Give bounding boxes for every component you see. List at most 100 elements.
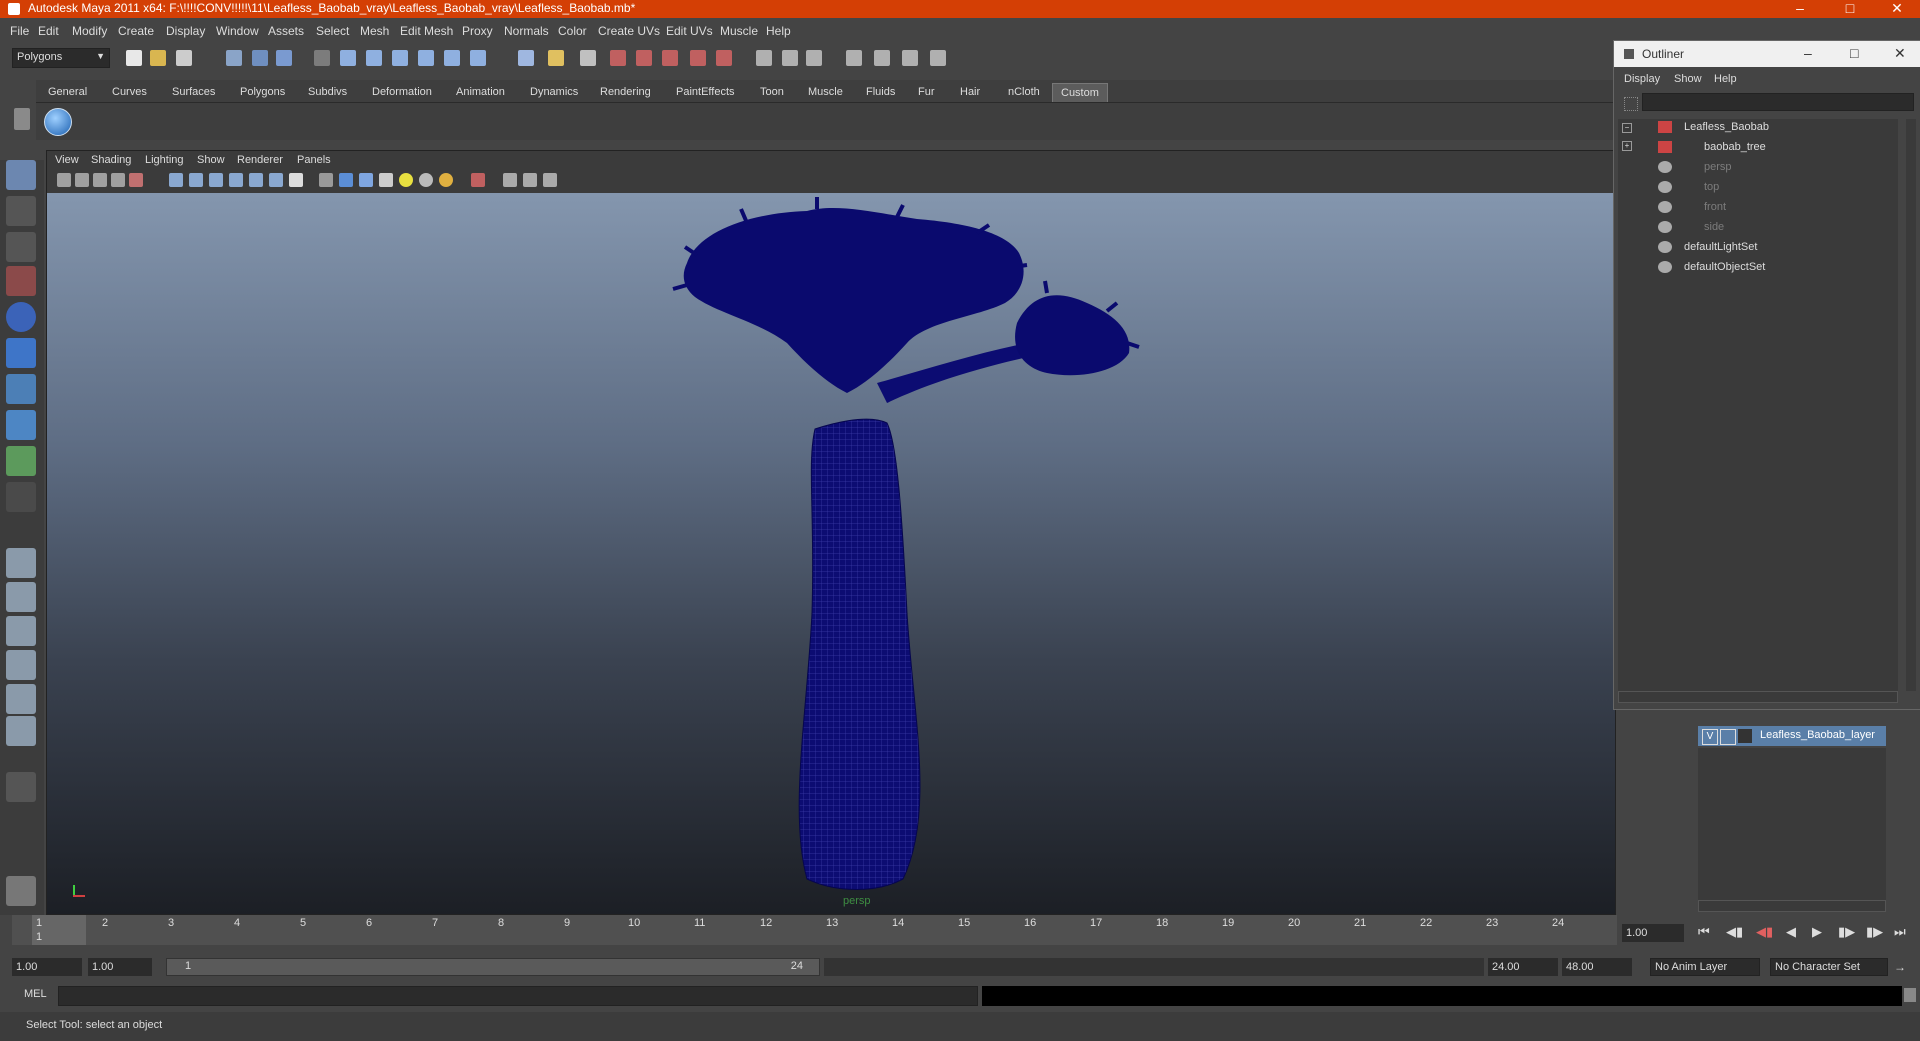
play-forwards-icon[interactable]: ▶	[1812, 924, 1822, 940]
expand-toggle-icon[interactable]: +	[1622, 141, 1632, 151]
bookmarks-icon[interactable]	[93, 173, 107, 187]
new-scene-icon[interactable]	[126, 50, 142, 66]
output-connection-icon[interactable]	[580, 50, 596, 66]
menu-muscle[interactable]: Muscle	[720, 24, 758, 38]
animation-start-field[interactable]: 1.00	[12, 958, 82, 976]
animation-end-field[interactable]: 48.00	[1562, 958, 1632, 976]
menu-edit-uvs[interactable]: Edit UVs	[666, 24, 713, 38]
resolution-gate-icon[interactable]	[209, 173, 223, 187]
shelf-tab-ncloth[interactable]: nCloth	[1008, 83, 1040, 101]
snap-plane-icon[interactable]	[418, 50, 434, 66]
menu-normals[interactable]: Normals	[504, 24, 549, 38]
step-back-frame-icon[interactable]: ◀▮	[1756, 924, 1773, 940]
shelf-tab-surfaces[interactable]: Surfaces	[172, 83, 215, 101]
command-input[interactable]	[58, 986, 978, 1006]
outliner-vertical-scrollbar[interactable]	[1906, 119, 1916, 691]
toggle-panel-icon[interactable]	[930, 50, 946, 66]
menu-mesh[interactable]: Mesh	[360, 24, 389, 38]
field-chart-icon[interactable]	[249, 173, 263, 187]
select-object-icon[interactable]	[252, 50, 268, 66]
command-language-label[interactable]: MEL	[24, 988, 47, 1000]
select-camera-icon[interactable]	[57, 173, 71, 187]
four-view-layout-icon[interactable]	[6, 582, 36, 612]
outliner-horizontal-scrollbar[interactable]	[1618, 691, 1898, 703]
shelf-tab-hair[interactable]: Hair	[960, 83, 980, 101]
outliner-item-baobab-tree[interactable]: baobab_tree	[1704, 141, 1766, 153]
film-gate-icon[interactable]	[189, 173, 203, 187]
minimize-icon[interactable]: –	[1780, 0, 1820, 18]
menu-modify[interactable]: Modify	[72, 24, 107, 38]
outliner-menu-show[interactable]: Show	[1674, 73, 1702, 85]
shelf-tab-subdivs[interactable]: Subdivs	[308, 83, 347, 101]
shelf-tab-toon[interactable]: Toon	[760, 83, 784, 101]
select-tool-icon[interactable]	[6, 160, 36, 190]
shelf-tab-painteffects[interactable]: PaintEffects	[676, 83, 735, 101]
layer-editor-icon[interactable]	[874, 50, 890, 66]
shelf-tab-animation[interactable]: Animation	[456, 83, 505, 101]
layer-visibility-toggle[interactable]: V	[1702, 729, 1718, 745]
scale-tool-icon[interactable]	[6, 338, 36, 368]
playback-end-field[interactable]: 24.00	[1488, 958, 1558, 976]
menu-proxy[interactable]: Proxy	[462, 24, 493, 38]
checkmark-tool-icon[interactable]	[44, 108, 72, 136]
use-default-lights-icon[interactable]	[399, 173, 413, 187]
layer-horizontal-scrollbar[interactable]	[1698, 900, 1886, 912]
modeling-toolkit-icon[interactable]	[902, 50, 918, 66]
outliner-maximize-icon[interactable]: □	[1850, 45, 1858, 61]
render-view-icon[interactable]	[716, 50, 732, 66]
layer-row[interactable]: V Leafless_Baobab_layer	[1698, 726, 1886, 746]
safe-title-icon[interactable]	[289, 173, 303, 187]
xray-icon[interactable]	[503, 173, 517, 187]
textured-icon[interactable]	[379, 173, 393, 187]
go-to-start-icon[interactable]: ⏮	[1698, 924, 1710, 940]
snap-grid-icon[interactable]	[340, 50, 356, 66]
menu-edit-mesh[interactable]: Edit Mesh	[400, 24, 453, 38]
menu-help[interactable]: Help	[766, 24, 791, 38]
smooth-shading-icon[interactable]	[339, 173, 353, 187]
shelf-options-icon[interactable]	[14, 108, 30, 130]
menu-assets[interactable]: Assets	[268, 24, 304, 38]
outliner-search-input[interactable]	[1642, 93, 1914, 111]
camera-attributes-icon[interactable]	[75, 173, 89, 187]
move-tool-icon[interactable]	[6, 266, 36, 296]
step-forward-key-icon[interactable]: ▮▶	[1866, 924, 1883, 940]
shelf-tab-fur[interactable]: Fur	[918, 83, 935, 101]
more-layouts-icon[interactable]	[6, 772, 36, 802]
shelf-tab-dynamics[interactable]: Dynamics	[530, 83, 578, 101]
filter-icon[interactable]	[1624, 97, 1638, 111]
play-backwards-icon[interactable]: ◀	[1786, 924, 1796, 940]
toggle-sidebar-icon[interactable]	[756, 50, 772, 66]
outliner-close-icon[interactable]: ✕	[1894, 45, 1906, 62]
collapse-toggle-icon[interactable]: −	[1622, 123, 1632, 133]
channel-box-icon[interactable]	[782, 50, 798, 66]
shelf-tab-general[interactable]: General	[48, 83, 87, 101]
make-live-icon[interactable]	[444, 50, 460, 66]
character-set-dropdown[interactable]: No Character Set	[1770, 958, 1888, 976]
lasso-tool-icon[interactable]	[6, 196, 36, 226]
script-editor-icon[interactable]	[6, 876, 36, 906]
outliner-item-default-light-set[interactable]: defaultLightSet	[1684, 241, 1757, 253]
range-slider[interactable]: 1 24	[166, 958, 820, 976]
menu-select[interactable]: Select	[316, 24, 349, 38]
ipr-render-icon[interactable]	[636, 50, 652, 66]
graph-outliner-layout-icon[interactable]	[6, 716, 36, 746]
xray-joints-icon[interactable]	[523, 173, 537, 187]
snap-curve-icon[interactable]	[366, 50, 382, 66]
single-perspective-layout-icon[interactable]	[6, 548, 36, 578]
maximize-icon[interactable]: □	[1830, 0, 1870, 18]
layer-playback-toggle[interactable]	[1720, 729, 1736, 745]
shelf-tab-fluids[interactable]: Fluids	[866, 83, 895, 101]
grid-toggle-icon[interactable]	[169, 173, 183, 187]
history-icon[interactable]	[470, 50, 486, 66]
outliner-item-default-object-set[interactable]: defaultObjectSet	[1684, 261, 1765, 273]
menu-edit[interactable]: Edit	[38, 24, 59, 38]
outliner-item-persp[interactable]: persp	[1704, 161, 1732, 173]
menu-create[interactable]: Create	[118, 24, 154, 38]
show-manipulator-icon[interactable]	[6, 446, 36, 476]
shelf-tab-deformation[interactable]: Deformation	[372, 83, 432, 101]
step-back-key-icon[interactable]: ◀▮	[1726, 924, 1743, 940]
menu-file[interactable]: File	[10, 24, 29, 38]
shadows-icon[interactable]	[439, 173, 453, 187]
outliner-item-top[interactable]: top	[1704, 181, 1719, 193]
shelf-tab-muscle[interactable]: Muscle	[808, 83, 843, 101]
